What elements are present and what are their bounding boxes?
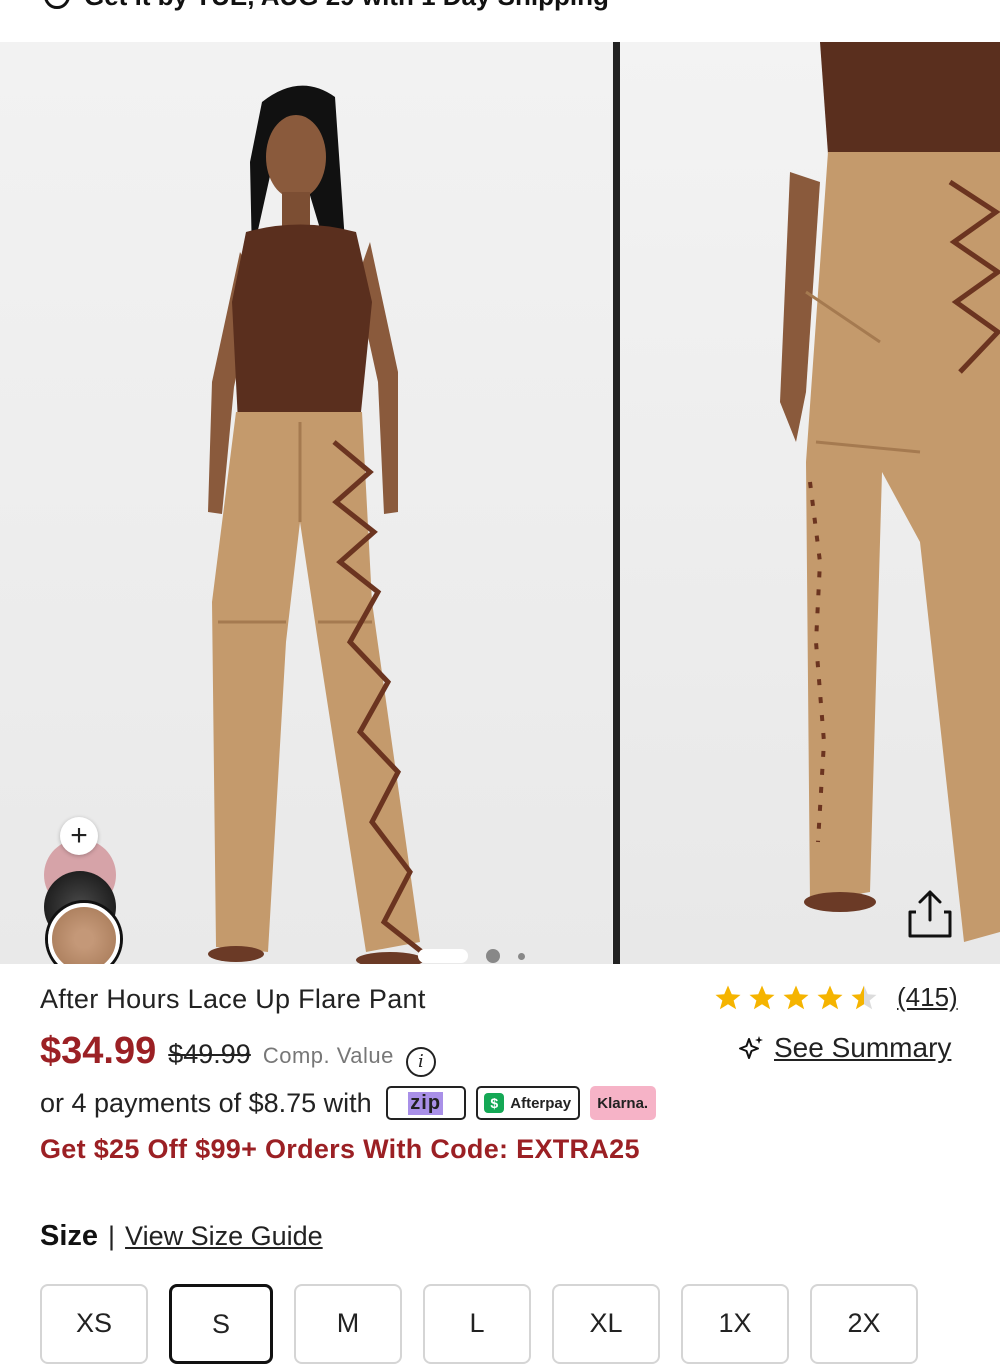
size-label: Size bbox=[40, 1220, 99, 1252]
half-star-icon bbox=[851, 985, 877, 1009]
installment-row: or 4 payments of $8.75 with zip $ Afterp… bbox=[40, 1086, 656, 1120]
product-title: After Hours Lace Up Flare Pant bbox=[40, 984, 426, 1014]
size-options: XS S M L XL 1X 2X bbox=[40, 1284, 918, 1364]
size-option-m[interactable]: M bbox=[294, 1284, 402, 1364]
carousel-dot-active[interactable] bbox=[418, 949, 468, 963]
gallery-divider bbox=[613, 42, 620, 964]
plus-icon[interactable]: + bbox=[60, 817, 98, 855]
zip-logo: zip bbox=[408, 1091, 444, 1115]
size-separator: | bbox=[108, 1221, 116, 1251]
product-image-front[interactable]: + bbox=[0, 42, 612, 964]
promo-text: Get $25 Off $99+ Orders With Code: EXTRA… bbox=[40, 1134, 640, 1164]
star-icon bbox=[715, 985, 741, 1009]
size-option-2x[interactable]: 2X bbox=[810, 1284, 918, 1364]
shipping-text: Get it by TUE, AUG 29 with 1 Day Shippin… bbox=[84, 0, 609, 12]
clock-icon bbox=[44, 0, 70, 9]
afterpay-badge[interactable]: $ Afterpay bbox=[475, 1086, 580, 1120]
cashapp-icon: $ bbox=[484, 1093, 505, 1113]
size-option-xl[interactable]: XL bbox=[552, 1284, 660, 1364]
sale-price: $34.99 bbox=[40, 1030, 157, 1072]
size-option-1x[interactable]: 1X bbox=[681, 1284, 789, 1364]
review-count-link[interactable]: (415) bbox=[897, 982, 958, 1013]
sparkle-icon bbox=[739, 1036, 763, 1059]
product-gallery[interactable]: + bbox=[0, 42, 1000, 964]
size-guide-link[interactable]: View Size Guide bbox=[125, 1221, 323, 1252]
carousel-dot[interactable] bbox=[486, 949, 500, 963]
carousel-dot[interactable] bbox=[518, 952, 525, 960]
size-header: Size | View Size Guide bbox=[40, 1220, 323, 1253]
info-icon[interactable]: i bbox=[405, 1046, 436, 1077]
zip-badge[interactable]: zip bbox=[385, 1086, 466, 1120]
afterpay-label: Afterpay bbox=[510, 1094, 572, 1112]
carousel-indicator bbox=[418, 949, 525, 963]
size-option-xs[interactable]: XS bbox=[40, 1284, 148, 1364]
see-summary-link[interactable]: See Summary bbox=[774, 1032, 951, 1064]
color-swatches: + bbox=[42, 817, 120, 964]
klarna-badge[interactable]: Klarna. bbox=[589, 1086, 656, 1120]
size-option-s[interactable]: S bbox=[169, 1284, 273, 1364]
model-side-illustration bbox=[780, 42, 1000, 942]
see-summary[interactable]: See Summary bbox=[736, 1032, 951, 1064]
star-rating bbox=[713, 983, 879, 1013]
star-icon bbox=[817, 985, 843, 1009]
shipping-bar: Get it by TUE, AUG 29 with 1 Day Shippin… bbox=[0, 0, 1000, 20]
size-option-l[interactable]: L bbox=[423, 1284, 531, 1364]
installment-text: or 4 payments of $8.75 with bbox=[40, 1087, 372, 1118]
product-image-side[interactable] bbox=[620, 42, 1000, 964]
price-row: $34.99 $49.99 Comp. Value i bbox=[40, 1030, 436, 1077]
comp-value-label: Comp. Value bbox=[262, 1043, 394, 1068]
star-icon bbox=[783, 985, 809, 1009]
original-price: $49.99 bbox=[168, 1039, 251, 1069]
star-icon bbox=[749, 985, 775, 1009]
share-icon[interactable] bbox=[902, 886, 958, 942]
rating-summary[interactable]: (415) bbox=[713, 982, 958, 1013]
